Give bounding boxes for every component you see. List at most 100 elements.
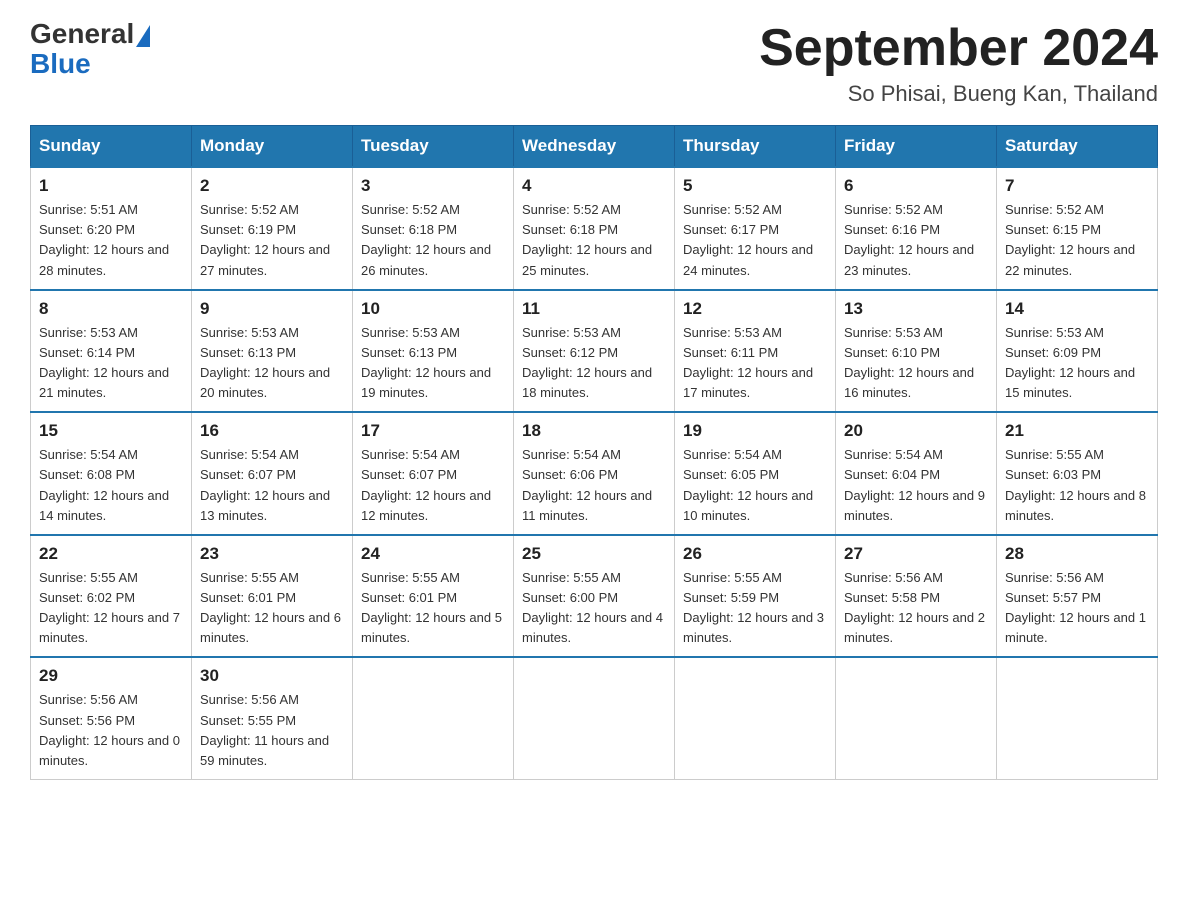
day-number: 8: [39, 299, 183, 319]
day-info: Sunrise: 5:56 AMSunset: 5:56 PMDaylight:…: [39, 690, 183, 771]
day-info: Sunrise: 5:54 AMSunset: 6:04 PMDaylight:…: [844, 445, 988, 526]
day-info: Sunrise: 5:55 AMSunset: 6:00 PMDaylight:…: [522, 568, 666, 649]
day-info: Sunrise: 5:55 AMSunset: 6:01 PMDaylight:…: [361, 568, 505, 649]
calendar-cell: 9 Sunrise: 5:53 AMSunset: 6:13 PMDayligh…: [192, 290, 353, 413]
day-number: 14: [1005, 299, 1149, 319]
calendar-cell: 13 Sunrise: 5:53 AMSunset: 6:10 PMDaylig…: [836, 290, 997, 413]
day-info: Sunrise: 5:56 AMSunset: 5:55 PMDaylight:…: [200, 690, 344, 771]
logo-triangle-icon: [136, 25, 150, 47]
day-number: 2: [200, 176, 344, 196]
day-info: Sunrise: 5:54 AMSunset: 6:07 PMDaylight:…: [361, 445, 505, 526]
calendar-cell: 18 Sunrise: 5:54 AMSunset: 6:06 PMDaylig…: [514, 412, 675, 535]
page-header: General Blue September 2024 So Phisai, B…: [30, 20, 1158, 107]
calendar-cell: [353, 657, 514, 779]
day-info: Sunrise: 5:53 AMSunset: 6:10 PMDaylight:…: [844, 323, 988, 404]
calendar-week-5: 29 Sunrise: 5:56 AMSunset: 5:56 PMDaylig…: [31, 657, 1158, 779]
calendar-cell: 10 Sunrise: 5:53 AMSunset: 6:13 PMDaylig…: [353, 290, 514, 413]
calendar-cell: 15 Sunrise: 5:54 AMSunset: 6:08 PMDaylig…: [31, 412, 192, 535]
calendar-cell: 30 Sunrise: 5:56 AMSunset: 5:55 PMDaylig…: [192, 657, 353, 779]
day-number: 15: [39, 421, 183, 441]
day-info: Sunrise: 5:54 AMSunset: 6:06 PMDaylight:…: [522, 445, 666, 526]
day-number: 21: [1005, 421, 1149, 441]
header-sunday: Sunday: [31, 126, 192, 168]
day-info: Sunrise: 5:52 AMSunset: 6:17 PMDaylight:…: [683, 200, 827, 281]
day-info: Sunrise: 5:52 AMSunset: 6:19 PMDaylight:…: [200, 200, 344, 281]
day-number: 25: [522, 544, 666, 564]
calendar-week-1: 1 Sunrise: 5:51 AMSunset: 6:20 PMDayligh…: [31, 167, 1158, 290]
day-number: 13: [844, 299, 988, 319]
calendar-subtitle: So Phisai, Bueng Kan, Thailand: [759, 81, 1158, 107]
day-number: 7: [1005, 176, 1149, 196]
day-number: 9: [200, 299, 344, 319]
day-info: Sunrise: 5:52 AMSunset: 6:18 PMDaylight:…: [361, 200, 505, 281]
calendar-cell: [514, 657, 675, 779]
header-tuesday: Tuesday: [353, 126, 514, 168]
calendar-cell: 26 Sunrise: 5:55 AMSunset: 5:59 PMDaylig…: [675, 535, 836, 658]
calendar-cell: 29 Sunrise: 5:56 AMSunset: 5:56 PMDaylig…: [31, 657, 192, 779]
day-number: 1: [39, 176, 183, 196]
calendar-cell: 22 Sunrise: 5:55 AMSunset: 6:02 PMDaylig…: [31, 535, 192, 658]
day-info: Sunrise: 5:55 AMSunset: 6:01 PMDaylight:…: [200, 568, 344, 649]
day-info: Sunrise: 5:53 AMSunset: 6:11 PMDaylight:…: [683, 323, 827, 404]
calendar-cell: 12 Sunrise: 5:53 AMSunset: 6:11 PMDaylig…: [675, 290, 836, 413]
header-wednesday: Wednesday: [514, 126, 675, 168]
day-info: Sunrise: 5:53 AMSunset: 6:12 PMDaylight:…: [522, 323, 666, 404]
header-monday: Monday: [192, 126, 353, 168]
day-number: 22: [39, 544, 183, 564]
calendar-cell: 1 Sunrise: 5:51 AMSunset: 6:20 PMDayligh…: [31, 167, 192, 290]
day-number: 26: [683, 544, 827, 564]
header-thursday: Thursday: [675, 126, 836, 168]
day-info: Sunrise: 5:56 AMSunset: 5:57 PMDaylight:…: [1005, 568, 1149, 649]
calendar-cell: 19 Sunrise: 5:54 AMSunset: 6:05 PMDaylig…: [675, 412, 836, 535]
day-number: 28: [1005, 544, 1149, 564]
day-info: Sunrise: 5:53 AMSunset: 6:14 PMDaylight:…: [39, 323, 183, 404]
day-number: 6: [844, 176, 988, 196]
day-number: 19: [683, 421, 827, 441]
day-number: 11: [522, 299, 666, 319]
day-info: Sunrise: 5:54 AMSunset: 6:08 PMDaylight:…: [39, 445, 183, 526]
calendar-week-4: 22 Sunrise: 5:55 AMSunset: 6:02 PMDaylig…: [31, 535, 1158, 658]
calendar-cell: 24 Sunrise: 5:55 AMSunset: 6:01 PMDaylig…: [353, 535, 514, 658]
title-block: September 2024 So Phisai, Bueng Kan, Tha…: [759, 20, 1158, 107]
calendar-cell: 8 Sunrise: 5:53 AMSunset: 6:14 PMDayligh…: [31, 290, 192, 413]
calendar-cell: [997, 657, 1158, 779]
calendar-cell: 4 Sunrise: 5:52 AMSunset: 6:18 PMDayligh…: [514, 167, 675, 290]
calendar-cell: 14 Sunrise: 5:53 AMSunset: 6:09 PMDaylig…: [997, 290, 1158, 413]
calendar-cell: [836, 657, 997, 779]
day-number: 29: [39, 666, 183, 686]
day-number: 16: [200, 421, 344, 441]
day-number: 30: [200, 666, 344, 686]
calendar-cell: 5 Sunrise: 5:52 AMSunset: 6:17 PMDayligh…: [675, 167, 836, 290]
day-number: 17: [361, 421, 505, 441]
calendar-cell: 21 Sunrise: 5:55 AMSunset: 6:03 PMDaylig…: [997, 412, 1158, 535]
day-info: Sunrise: 5:52 AMSunset: 6:18 PMDaylight:…: [522, 200, 666, 281]
day-number: 5: [683, 176, 827, 196]
day-info: Sunrise: 5:53 AMSunset: 6:09 PMDaylight:…: [1005, 323, 1149, 404]
day-info: Sunrise: 5:53 AMSunset: 6:13 PMDaylight:…: [361, 323, 505, 404]
day-info: Sunrise: 5:52 AMSunset: 6:15 PMDaylight:…: [1005, 200, 1149, 281]
calendar-cell: 28 Sunrise: 5:56 AMSunset: 5:57 PMDaylig…: [997, 535, 1158, 658]
header-friday: Friday: [836, 126, 997, 168]
day-info: Sunrise: 5:56 AMSunset: 5:58 PMDaylight:…: [844, 568, 988, 649]
calendar-cell: 3 Sunrise: 5:52 AMSunset: 6:18 PMDayligh…: [353, 167, 514, 290]
calendar-cell: 25 Sunrise: 5:55 AMSunset: 6:00 PMDaylig…: [514, 535, 675, 658]
day-number: 18: [522, 421, 666, 441]
day-number: 27: [844, 544, 988, 564]
day-number: 4: [522, 176, 666, 196]
calendar-cell: 6 Sunrise: 5:52 AMSunset: 6:16 PMDayligh…: [836, 167, 997, 290]
calendar-cell: 20 Sunrise: 5:54 AMSunset: 6:04 PMDaylig…: [836, 412, 997, 535]
logo-blue-text: Blue: [30, 48, 91, 80]
calendar-cell: 11 Sunrise: 5:53 AMSunset: 6:12 PMDaylig…: [514, 290, 675, 413]
day-number: 12: [683, 299, 827, 319]
day-number: 20: [844, 421, 988, 441]
day-info: Sunrise: 5:54 AMSunset: 6:07 PMDaylight:…: [200, 445, 344, 526]
day-number: 23: [200, 544, 344, 564]
logo: General Blue: [30, 20, 152, 80]
day-info: Sunrise: 5:54 AMSunset: 6:05 PMDaylight:…: [683, 445, 827, 526]
day-info: Sunrise: 5:55 AMSunset: 6:03 PMDaylight:…: [1005, 445, 1149, 526]
calendar-week-3: 15 Sunrise: 5:54 AMSunset: 6:08 PMDaylig…: [31, 412, 1158, 535]
calendar-week-2: 8 Sunrise: 5:53 AMSunset: 6:14 PMDayligh…: [31, 290, 1158, 413]
calendar-cell: 2 Sunrise: 5:52 AMSunset: 6:19 PMDayligh…: [192, 167, 353, 290]
day-info: Sunrise: 5:55 AMSunset: 6:02 PMDaylight:…: [39, 568, 183, 649]
calendar-cell: [675, 657, 836, 779]
